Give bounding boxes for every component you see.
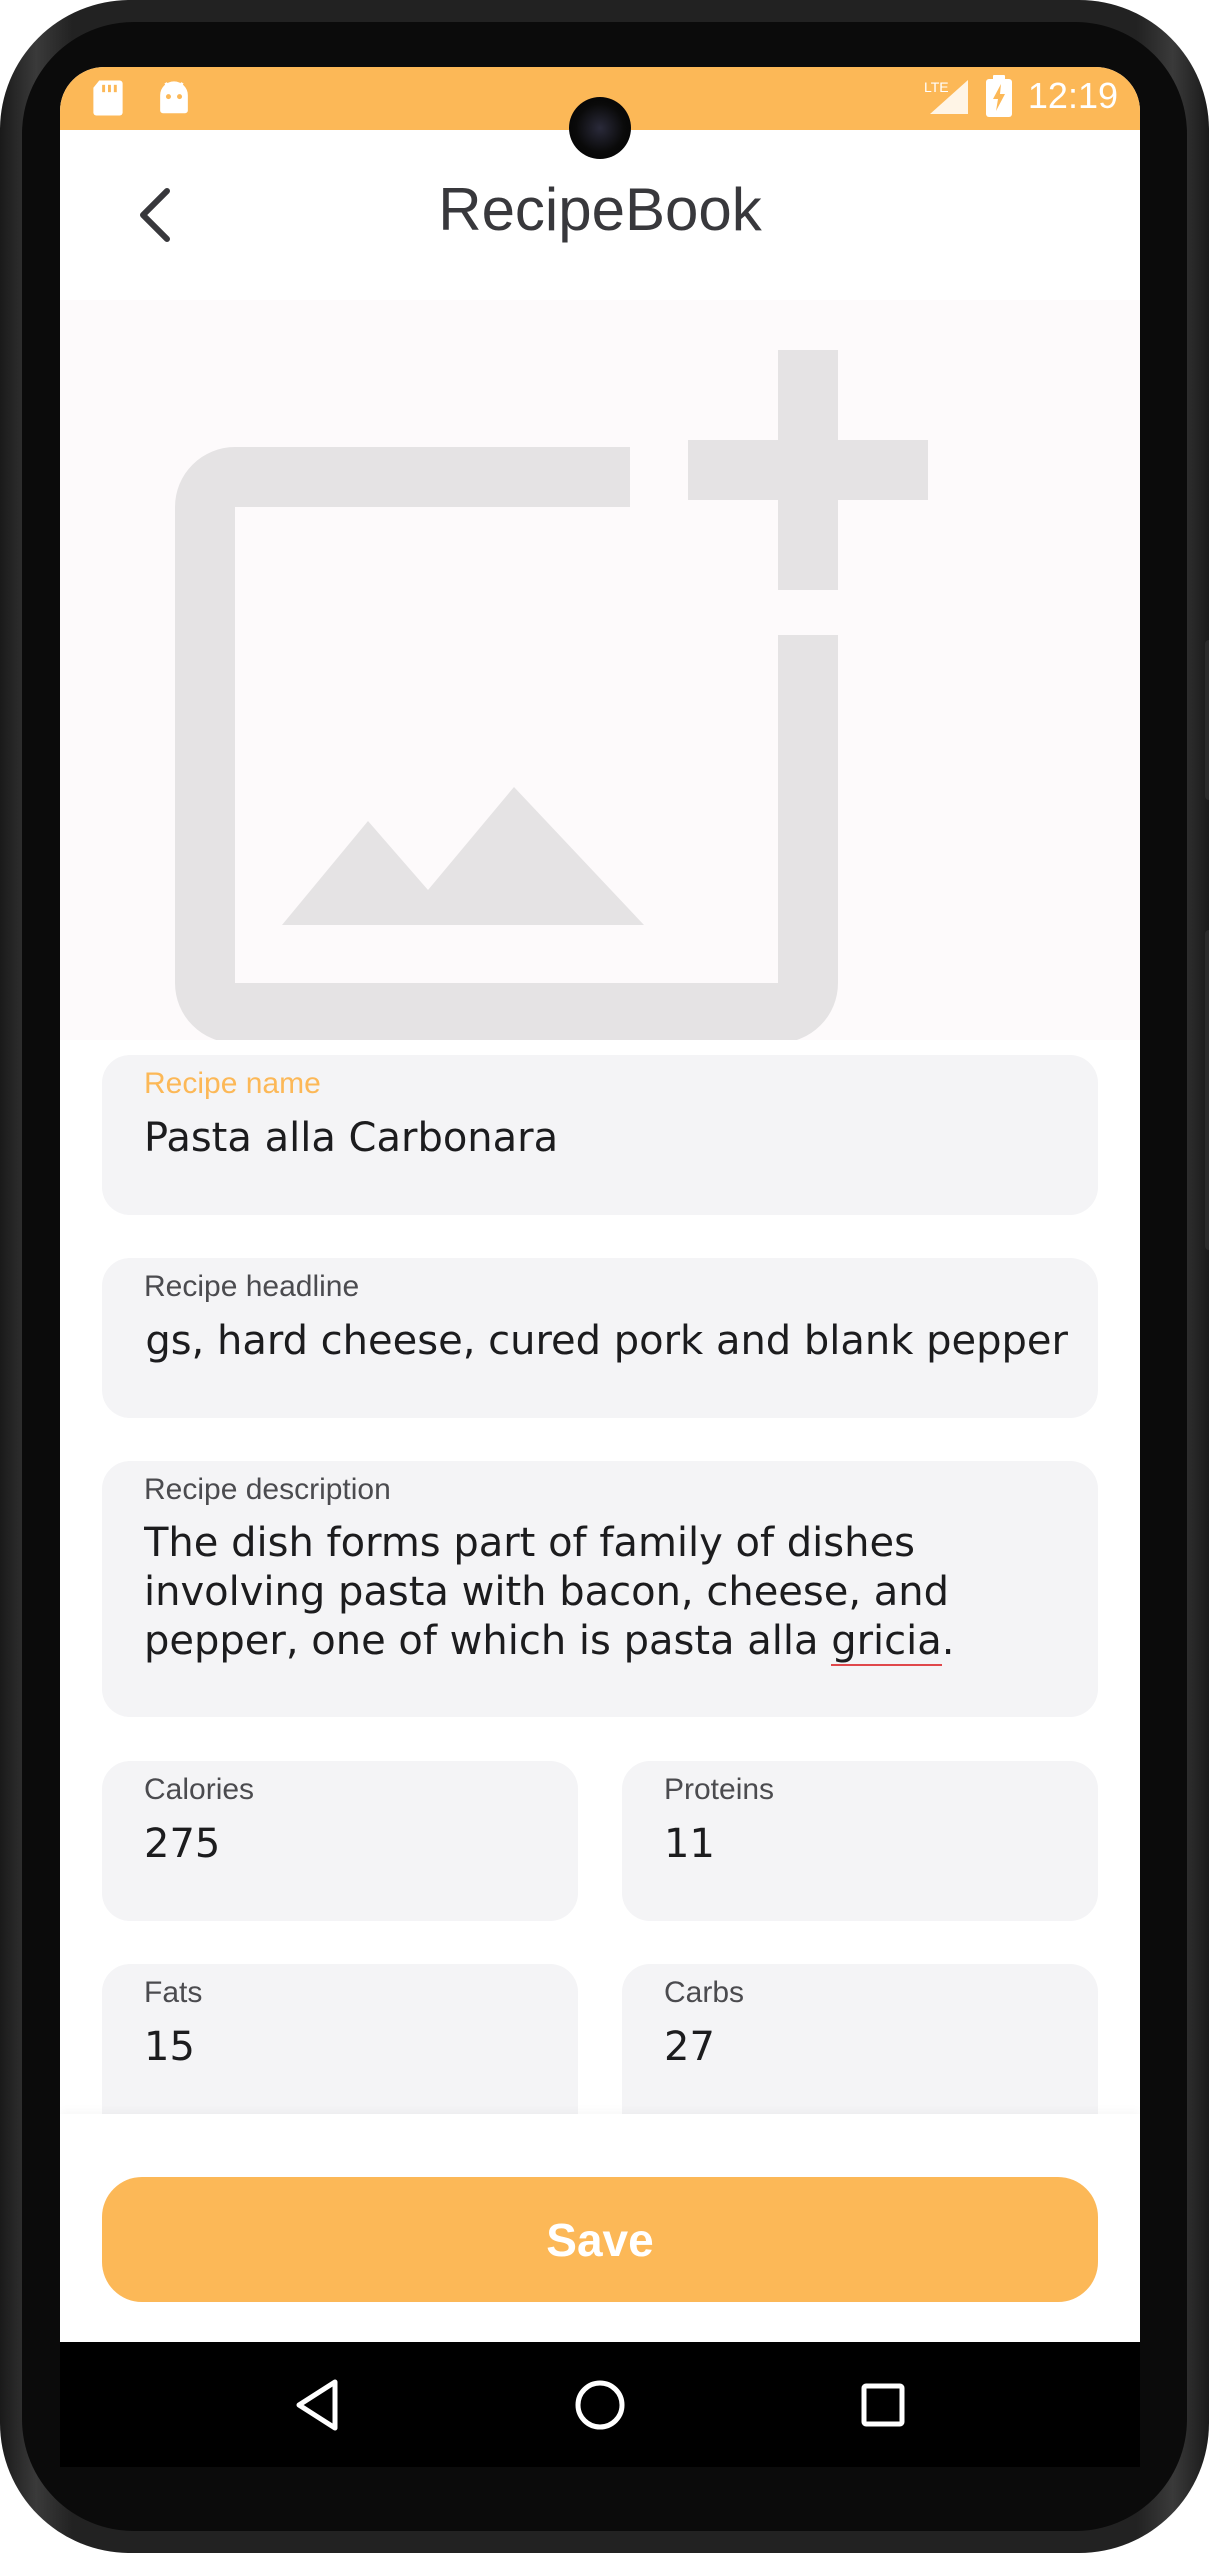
fats-field[interactable]: Fats 15 bbox=[102, 1964, 578, 2114]
status-time: 12:19 bbox=[1027, 75, 1118, 116]
nav-home-button[interactable] bbox=[557, 2362, 643, 2448]
recipe-description-input[interactable]: The dish forms part of family of dishes … bbox=[144, 1519, 1068, 1666]
system-nav-bar bbox=[60, 2342, 1140, 2467]
carbs-input[interactable]: 27 bbox=[664, 2024, 1068, 2070]
home-circle-icon bbox=[575, 2380, 625, 2430]
status-bar: LTE 12:19 bbox=[60, 67, 1140, 159]
power-button bbox=[1205, 930, 1209, 1250]
phone-frame: LTE 12:19 RecipeBook Recipe name Pasta a… bbox=[0, 0, 1209, 2553]
nav-back-button[interactable] bbox=[274, 2362, 360, 2448]
save-button[interactable]: Save bbox=[102, 2177, 1098, 2302]
screen: LTE 12:19 RecipeBook Recipe name Pasta a… bbox=[60, 67, 1140, 2467]
calories-label: Calories bbox=[144, 1773, 255, 1806]
recipe-description-label: Recipe description bbox=[144, 1473, 391, 1506]
front-camera bbox=[569, 97, 631, 159]
recipe-headline-field[interactable]: Recipe headline eggs, hard cheese, cured… bbox=[102, 1258, 1098, 1418]
proteins-input[interactable]: 11 bbox=[664, 1821, 1068, 1867]
recipe-headline-input[interactable]: eggs, hard cheese, cured pork and blank … bbox=[144, 1318, 1068, 1364]
recipe-name-input[interactable]: Pasta alla Carbonara bbox=[144, 1115, 1068, 1161]
volume-button bbox=[1205, 640, 1209, 800]
misspelled-word[interactable]: gricia bbox=[831, 1618, 942, 1666]
calories-field[interactable]: Calories 275 bbox=[102, 1761, 578, 1921]
fats-input[interactable]: 15 bbox=[144, 2024, 548, 2070]
calories-input[interactable]: 275 bbox=[144, 1821, 548, 1867]
recipe-headline-text: eggs, hard cheese, cured pork and blank … bbox=[144, 1318, 1068, 1364]
recipe-description-field[interactable]: Recipe description The dish forms part o… bbox=[102, 1461, 1098, 1717]
add-photo-icon bbox=[175, 350, 928, 1040]
recipe-headline-label: Recipe headline bbox=[144, 1270, 360, 1303]
nav-recents-button[interactable] bbox=[840, 2362, 926, 2448]
battery-charging-icon bbox=[985, 75, 1012, 117]
network-type-label: LTE bbox=[924, 79, 949, 95]
android-icon bbox=[160, 81, 188, 114]
description-text: The dish forms part of family of dishes … bbox=[144, 1520, 950, 1664]
page-title: RecipeBook bbox=[438, 176, 762, 243]
recipe-name-label: Recipe name bbox=[144, 1067, 321, 1100]
fats-label: Fats bbox=[144, 1976, 203, 2009]
carbs-label: Carbs bbox=[664, 1976, 745, 2009]
proteins-field[interactable]: Proteins 11 bbox=[622, 1761, 1098, 1921]
signal-icon: LTE bbox=[924, 79, 968, 114]
recents-square-icon bbox=[861, 2383, 905, 2427]
image-picker[interactable] bbox=[60, 300, 1140, 1040]
description-text-end: . bbox=[941, 1618, 955, 1664]
back-triangle-icon bbox=[296, 2379, 338, 2431]
recipe-name-field[interactable]: Recipe name Pasta alla Carbonara bbox=[102, 1055, 1098, 1215]
carbs-field[interactable]: Carbs 27 bbox=[622, 1964, 1098, 2114]
proteins-label: Proteins bbox=[664, 1773, 775, 1806]
sd-card-icon bbox=[93, 80, 123, 116]
